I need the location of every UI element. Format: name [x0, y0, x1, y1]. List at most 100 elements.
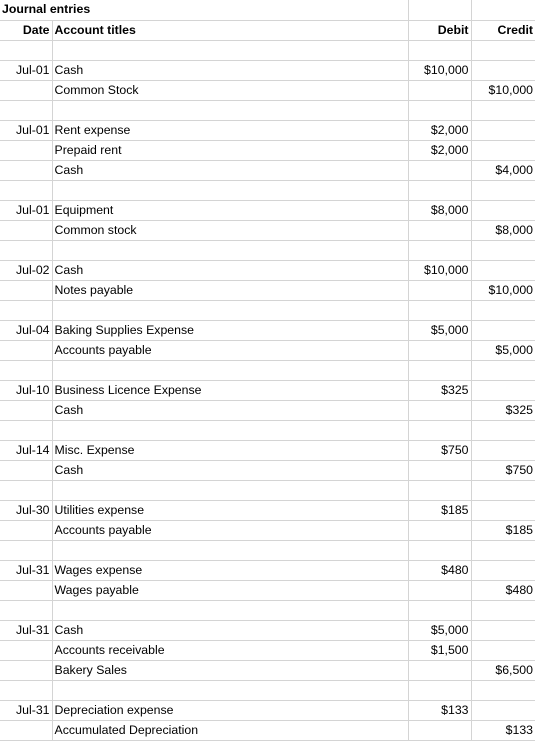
cell-date[interactable]: Jul-01 — [0, 200, 53, 221]
cell-debit[interactable]: $5,000 — [408, 620, 472, 641]
cell-account[interactable] — [52, 540, 409, 561]
cell-credit[interactable] — [471, 260, 535, 281]
cell-account[interactable]: Misc. Expense — [52, 440, 409, 461]
cell-credit[interactable] — [471, 120, 535, 141]
cell-date[interactable]: Jul-01 — [0, 120, 53, 141]
cell-credit[interactable] — [471, 320, 535, 341]
cell-debit[interactable]: $5,000 — [408, 320, 472, 341]
cell-credit[interactable]: $750 — [471, 460, 535, 481]
cell-date[interactable] — [0, 680, 53, 701]
cell-date[interactable] — [0, 420, 53, 441]
cell-date[interactable] — [0, 280, 53, 301]
cell-credit[interactable] — [471, 300, 535, 321]
cell-debit[interactable] — [408, 340, 472, 361]
cell-date[interactable] — [0, 580, 53, 601]
cell-debit[interactable] — [408, 460, 472, 481]
cell-credit[interactable] — [471, 640, 535, 661]
cell-account[interactable]: Accounts payable — [52, 520, 409, 541]
cell-date[interactable] — [0, 600, 53, 621]
cell-date[interactable]: Jul-31 — [0, 700, 53, 721]
cell-debit[interactable]: $8,000 — [408, 200, 472, 221]
cell-account[interactable]: Cash — [52, 60, 409, 81]
cell-credit[interactable]: $133 — [471, 720, 535, 741]
cell-account[interactable]: Wages payable — [52, 580, 409, 601]
cell-date[interactable]: Jul-31 — [0, 560, 53, 581]
cell-credit[interactable]: $10,000 — [471, 80, 535, 101]
cell-credit[interactable]: $325 — [471, 400, 535, 421]
cell-credit[interactable] — [471, 200, 535, 221]
cell-account[interactable]: Cash — [52, 260, 409, 281]
cell-date[interactable]: Jul-31 — [0, 620, 53, 641]
cell-debit[interactable] — [408, 220, 472, 241]
cell-debit[interactable] — [408, 160, 472, 181]
cell-date[interactable] — [0, 240, 53, 261]
cell-date[interactable] — [0, 40, 53, 61]
cell-debit[interactable] — [408, 600, 472, 621]
cell-date[interactable]: Jul-02 — [0, 260, 53, 281]
cell-credit[interactable] — [471, 620, 535, 641]
cell-debit[interactable]: $480 — [408, 560, 472, 581]
cell-date[interactable] — [0, 340, 53, 361]
cell-debit[interactable] — [408, 40, 472, 61]
cell-credit[interactable] — [471, 60, 535, 81]
cell-account[interactable]: Accounts receivable — [52, 640, 409, 661]
cell-credit[interactable]: $8,000 — [471, 220, 535, 241]
cell-account[interactable]: Rent expense — [52, 120, 409, 141]
cell-date[interactable] — [0, 360, 53, 381]
cell-credit[interactable] — [471, 560, 535, 581]
cell-debit[interactable]: $10,000 — [408, 60, 472, 81]
cell-account[interactable]: Cash — [52, 400, 409, 421]
cell-date[interactable] — [0, 180, 53, 201]
cell-credit[interactable] — [471, 600, 535, 621]
cell-date[interactable] — [0, 80, 53, 101]
cell-credit[interactable]: $185 — [471, 520, 535, 541]
cell-account[interactable] — [52, 300, 409, 321]
cell-debit[interactable]: $133 — [408, 700, 472, 721]
cell-credit[interactable] — [471, 240, 535, 261]
cell-date[interactable] — [0, 100, 53, 121]
cell-account[interactable] — [52, 40, 409, 61]
cell-date[interactable] — [0, 400, 53, 421]
cell-debit[interactable]: $1,500 — [408, 640, 472, 661]
cell-debit[interactable]: $185 — [408, 500, 472, 521]
cell-date[interactable]: Jul-14 — [0, 440, 53, 461]
cell-credit[interactable] — [471, 180, 535, 201]
cell-debit[interactable]: $750 — [408, 440, 472, 461]
cell-credit[interactable] — [471, 360, 535, 381]
cell-account[interactable] — [52, 480, 409, 501]
cell-account[interactable] — [52, 100, 409, 121]
cell-credit[interactable] — [471, 700, 535, 721]
cell-debit[interactable] — [408, 580, 472, 601]
cell-debit[interactable] — [408, 300, 472, 321]
cell-date[interactable]: Jul-10 — [0, 380, 53, 401]
cell-date[interactable]: Jul-30 — [0, 500, 53, 521]
cell-debit[interactable]: $2,000 — [408, 120, 472, 141]
cell-date[interactable] — [0, 480, 53, 501]
cell-account[interactable] — [52, 180, 409, 201]
cell-credit[interactable] — [471, 40, 535, 61]
cell-date[interactable] — [0, 140, 53, 161]
cell-debit[interactable] — [408, 680, 472, 701]
cell-debit[interactable] — [408, 240, 472, 261]
cell-account[interactable]: Wages expense — [52, 560, 409, 581]
cell-account[interactable]: Business Licence Expense — [52, 380, 409, 401]
cell-account[interactable]: Cash — [52, 160, 409, 181]
cell-debit[interactable] — [408, 180, 472, 201]
cell-account[interactable] — [52, 240, 409, 261]
cell-credit[interactable] — [471, 420, 535, 441]
cell-date[interactable] — [0, 220, 53, 241]
cell-debit[interactable] — [408, 480, 472, 501]
cell-account[interactable]: Equipment — [52, 200, 409, 221]
cell-account[interactable]: Bakery Sales — [52, 660, 409, 681]
cell-credit[interactable] — [471, 680, 535, 701]
cell-account[interactable]: Accounts payable — [52, 340, 409, 361]
cell-date[interactable]: Jul-04 — [0, 320, 53, 341]
cell-credit[interactable]: $5,000 — [471, 340, 535, 361]
cell-credit[interactable] — [471, 480, 535, 501]
cell-account[interactable]: Cash — [52, 620, 409, 641]
cell-account[interactable]: Prepaid rent — [52, 140, 409, 161]
cell-account[interactable]: Baking Supplies Expense — [52, 320, 409, 341]
cell-account[interactable]: Notes payable — [52, 280, 409, 301]
cell-credit[interactable] — [471, 100, 535, 121]
cell-date[interactable] — [0, 640, 53, 661]
